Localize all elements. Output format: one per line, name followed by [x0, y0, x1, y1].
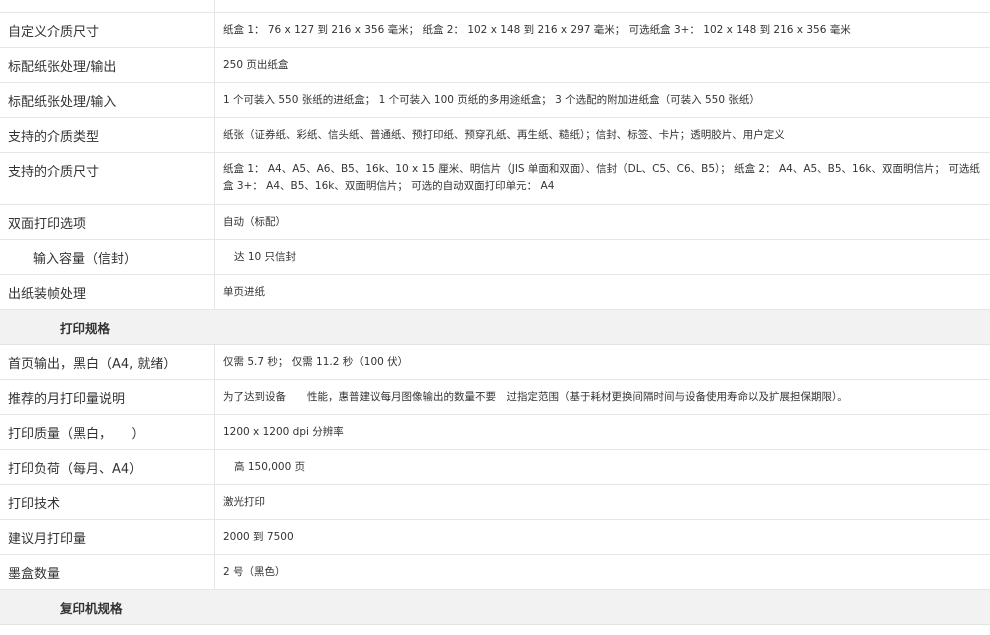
row-label: 打印技术 — [0, 485, 215, 519]
table-row: 支持的介质尺寸 纸盒 1： A4、A5、A6、B5、16k、10 x 15 厘米… — [0, 153, 990, 205]
table-row: 首页输出，黑白（A4, 就绪） 仅需 5.7 秒； 仅需 11.2 秒（100 … — [0, 345, 990, 380]
table-row: 自定义介质尺寸 纸盒 1： 76 x 127 到 216 x 356 毫米； 纸… — [0, 13, 990, 48]
row-label: 支持的介质类型 — [0, 118, 215, 152]
row-value: 为了达到设备 性能，惠普建议每月图像输出的数量不要 过指定范围（基于耗材更换间隔… — [223, 390, 848, 403]
row-label: 出纸装帧处理 — [0, 275, 215, 309]
row-value — [215, 0, 990, 12]
row-value: 2 号（黑色） — [223, 565, 286, 578]
row-value: 自动（标配） — [223, 215, 286, 228]
table-row: 打印技术 激光打印 — [0, 485, 990, 520]
row-label: 自定义介质尺寸 — [0, 13, 215, 47]
table-row: 推荐的月打印量说明 为了达到设备 性能，惠普建议每月图像输出的数量不要 过指定范… — [0, 380, 990, 415]
spec-table: 自定义介质尺寸 纸盒 1： 76 x 127 到 216 x 356 毫米； 纸… — [0, 0, 990, 625]
table-row: 输入容量（信封） 达 10 只信封 — [0, 240, 990, 275]
row-value: 250 页出纸盒 — [223, 58, 289, 71]
row-label: 建议月打印量 — [0, 520, 215, 554]
table-row: 打印负荷（每月、A4） 高 150,000 页 — [0, 450, 990, 485]
section-header-print: 打印规格 — [0, 310, 990, 345]
row-value: 纸张（证券纸、彩纸、信头纸、普通纸、预打印纸、预穿孔纸、再生纸、糙纸）；信封、标… — [223, 128, 785, 141]
table-row: 墨盒数量 2 号（黑色） — [0, 555, 990, 590]
table-row: 标配纸张处理/输入 1 个可装入 550 张纸的进纸盒； 1 个可装入 100 … — [0, 83, 990, 118]
row-value: 高 150,000 页 — [234, 460, 306, 473]
row-label: 墨盒数量 — [0, 555, 215, 589]
row-label: 打印质量（黑白， ） — [0, 415, 215, 449]
table-row — [0, 0, 990, 13]
table-row: 标配纸张处理/输出 250 页出纸盒 — [0, 48, 990, 83]
table-row: 支持的介质类型 纸张（证券纸、彩纸、信头纸、普通纸、预打印纸、预穿孔纸、再生纸、… — [0, 118, 990, 153]
row-value: 1200 x 1200 dpi 分辨率 — [223, 425, 344, 438]
table-row: 建议月打印量 2000 到 7500 — [0, 520, 990, 555]
row-value: 达 10 只信封 — [234, 250, 297, 263]
row-value: 1 个可装入 550 张纸的进纸盒； 1 个可装入 100 页纸的多用途纸盒； … — [223, 93, 760, 106]
row-label: 输入容量（信封） — [0, 240, 215, 274]
row-value: 单页进纸 — [223, 285, 265, 298]
row-label: 标配纸张处理/输入 — [0, 83, 215, 117]
table-row: 双面打印选项 自动（标配） — [0, 205, 990, 240]
row-label: 推荐的月打印量说明 — [0, 380, 215, 414]
row-label: 首页输出，黑白（A4, 就绪） — [0, 345, 215, 379]
table-row: 打印质量（黑白， ） 1200 x 1200 dpi 分辨率 — [0, 415, 990, 450]
row-value: 2000 到 7500 — [223, 530, 294, 543]
table-row: 出纸装帧处理 单页进纸 — [0, 275, 990, 310]
row-label — [0, 0, 215, 12]
row-label: 支持的介质尺寸 — [0, 153, 215, 204]
row-label: 标配纸张处理/输出 — [0, 48, 215, 82]
row-label: 打印负荷（每月、A4） — [0, 450, 215, 484]
row-value: 纸盒 1： 76 x 127 到 216 x 356 毫米； 纸盒 2： 102… — [223, 23, 851, 36]
row-value: 激光打印 — [223, 495, 265, 508]
section-header-copy: 复印机规格 — [0, 590, 990, 625]
row-value: 仅需 5.7 秒； 仅需 11.2 秒（100 伏） — [223, 355, 409, 368]
row-label: 双面打印选项 — [0, 205, 215, 239]
row-value: 纸盒 1： A4、A5、A6、B5、16k、10 x 15 厘米、明信片（JIS… — [223, 163, 980, 192]
